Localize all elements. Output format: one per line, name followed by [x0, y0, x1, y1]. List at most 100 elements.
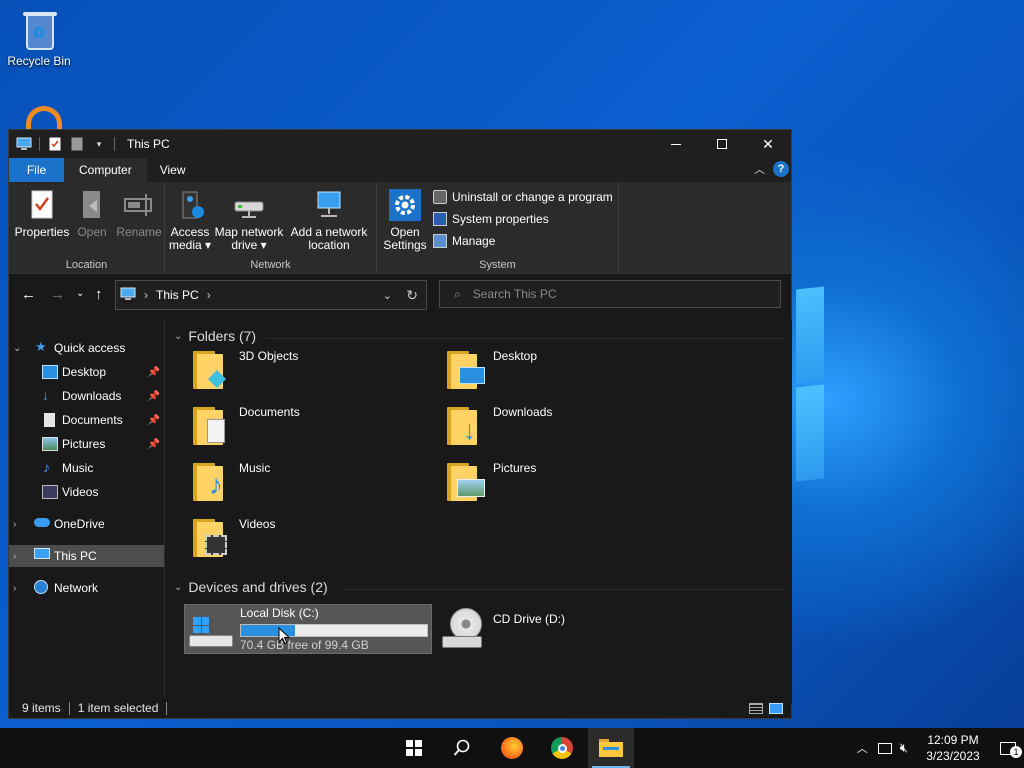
recent-locations-icon[interactable]: ⌄	[76, 288, 84, 299]
nav-videos[interactable]: Videos	[9, 481, 164, 503]
volume-muted-icon[interactable]: 🔇︎	[900, 740, 908, 756]
file-explorer-taskbar-button[interactable]	[588, 728, 634, 768]
nav-music-label: Music	[62, 461, 94, 475]
title-bar[interactable]: ▾ This PC ✕	[9, 130, 791, 158]
download-arrow-icon: ↓	[42, 387, 49, 403]
folder-documents[interactable]: Documents	[193, 403, 433, 455]
system-properties-button[interactable]: System properties	[433, 208, 613, 230]
tab-file[interactable]: File	[9, 158, 64, 182]
breadcrumb-separator-2[interactable]: ›	[207, 288, 211, 302]
maximize-button[interactable]	[699, 130, 745, 158]
nav-documents[interactable]: Documents 📌	[9, 409, 164, 431]
address-field[interactable]: › This PC › ⌄ ↻	[115, 280, 427, 310]
ribbon: Properties Open Rename Location Access m…	[9, 182, 791, 274]
open-button[interactable]: Open	[71, 186, 113, 239]
properties-label: Properties	[14, 225, 70, 239]
tab-view[interactable]: View	[147, 158, 199, 182]
clock-time: 12:09 PM	[927, 733, 979, 747]
nav-onedrive-label: OneDrive	[54, 517, 105, 531]
rename-button[interactable]: Rename	[115, 186, 163, 239]
search-icon: ⌕	[454, 286, 461, 301]
local-disk-c[interactable]: Local Disk (C:) 70.4 GB free of 99.4 GB	[184, 604, 432, 654]
notifications-button[interactable]: 1	[992, 741, 1024, 758]
close-button[interactable]: ✕	[745, 130, 791, 158]
add-network-location-label-2: location	[308, 238, 350, 252]
devices-section-header[interactable]: ⌄ Devices and drives (2)	[174, 579, 328, 595]
collapsed-chevron-icon: ›	[13, 550, 17, 562]
pin-icon: 📌	[147, 438, 160, 450]
nav-this-pc[interactable]: › This PC	[9, 545, 164, 567]
music-folder-icon: ♪	[193, 459, 231, 503]
nav-quick-access[interactable]: ⌄ ★ Quick access	[9, 337, 164, 359]
search-box[interactable]: ⌕ Search This PC	[439, 280, 781, 308]
search-placeholder: Search This PC	[472, 287, 557, 301]
nav-onedrive[interactable]: › OneDrive	[9, 513, 164, 535]
file-explorer-window: ▾ This PC ✕ File Computer View ︿ ? Prope…	[8, 129, 792, 719]
local-disk-icon	[189, 617, 233, 647]
nav-music[interactable]: ♪ Music	[9, 457, 164, 479]
rename-icon	[122, 188, 156, 222]
minimize-button[interactable]	[653, 130, 699, 158]
access-media-icon	[173, 188, 207, 222]
firefox-icon	[501, 737, 523, 759]
back-button[interactable]: ←	[21, 286, 36, 303]
item-count: 9 items	[22, 701, 61, 715]
customize-quick-access-icon[interactable]: ▾	[90, 136, 108, 152]
location-group-label: Location	[65, 259, 108, 271]
nav-downloads[interactable]: ↓ Downloads 📌	[9, 385, 164, 407]
help-icon[interactable]: ?	[773, 161, 789, 177]
navigation-pane: ⌄ ★ Quick access Desktop 📌 ↓ Downloads 📌…	[9, 319, 165, 703]
collapse-ribbon-icon[interactable]: ︿	[754, 161, 765, 177]
properties-button[interactable]: Properties	[14, 186, 70, 239]
large-icons-view-icon[interactable]	[769, 702, 783, 714]
forward-button[interactable]: →	[50, 286, 65, 303]
start-button[interactable]	[391, 728, 437, 768]
uninstall-program-button[interactable]: Uninstall or change a program	[433, 186, 613, 208]
documents-folder-icon	[193, 403, 231, 447]
folders-section-header[interactable]: ⌄ Folders (7)	[174, 328, 256, 344]
local-disk-free-space: 70.4 GB free of 99.4 GB	[240, 638, 369, 652]
properties-quick-icon[interactable]	[46, 136, 64, 152]
cd-drive-d[interactable]: CD Drive (D:)	[438, 604, 686, 654]
refresh-icon[interactable]: ↻	[406, 287, 418, 304]
open-icon	[75, 188, 109, 222]
recycle-bin-desktop-icon[interactable]: ♻ Recycle Bin	[6, 8, 72, 68]
nav-pictures[interactable]: Pictures 📌	[9, 433, 164, 455]
show-hidden-icons-icon[interactable]: ︿	[857, 740, 868, 756]
videos-folder-icon	[193, 515, 231, 559]
chrome-taskbar-button[interactable]	[539, 728, 585, 768]
tab-computer[interactable]: Computer	[64, 158, 147, 182]
open-settings-button[interactable]: Open Settings	[381, 186, 429, 252]
access-media-button[interactable]: Access media ▾	[168, 186, 212, 252]
pin-icon: 📌	[147, 366, 160, 378]
up-button[interactable]: ↑	[95, 286, 103, 303]
taskbar-search-button[interactable]	[439, 728, 485, 768]
address-dropdown-icon[interactable]: ⌄	[383, 289, 392, 302]
manage-label: Manage	[452, 234, 496, 248]
details-view-icon[interactable]	[749, 702, 763, 714]
folder-label: 3D Objects	[239, 349, 299, 363]
this-pc-nav-icon	[34, 548, 50, 559]
mouse-cursor-icon	[278, 627, 290, 645]
folder-pictures[interactable]: Pictures	[447, 459, 687, 511]
folder-downloads[interactable]: ↓ Downloads	[447, 403, 687, 455]
clock[interactable]: 12:09 PM 3/23/2023	[914, 732, 992, 764]
firefox-taskbar-button[interactable]	[489, 728, 535, 768]
new-folder-quick-icon[interactable]	[68, 136, 86, 152]
nav-network[interactable]: › Network	[9, 577, 164, 599]
folder-3d-objects[interactable]: 3D Objects	[193, 347, 433, 399]
folder-desktop[interactable]: Desktop	[447, 347, 687, 399]
add-network-location-button[interactable]: Add a network location	[287, 186, 371, 252]
maximize-icon	[717, 139, 727, 149]
folder-videos[interactable]: Videos	[193, 515, 433, 567]
map-network-drive-button[interactable]: Map network drive ▾	[213, 186, 285, 252]
folder-label: Documents	[239, 405, 300, 419]
folder-music[interactable]: ♪ Music	[193, 459, 433, 511]
rename-label: Rename	[116, 225, 162, 239]
network-status-icon[interactable]	[877, 742, 892, 754]
manage-button[interactable]: Manage	[433, 230, 613, 252]
breadcrumb-this-pc[interactable]: This PC	[156, 288, 199, 302]
pin-icon: 📌	[147, 414, 160, 426]
expanded-chevron-icon: ⌄	[13, 342, 22, 354]
nav-desktop[interactable]: Desktop 📌	[9, 361, 164, 383]
